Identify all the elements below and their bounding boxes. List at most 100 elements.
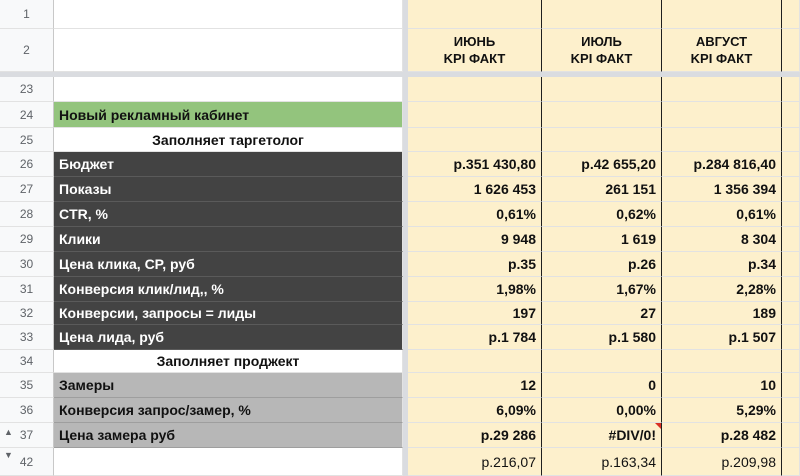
row-label-cell[interactable]: Конверсии, запросы = лиды — [54, 302, 403, 325]
value-august[interactable]: р.284 816,40 — [662, 152, 782, 177]
value-july[interactable]: р.26 — [542, 252, 662, 277]
cell-e2[interactable] — [782, 29, 800, 72]
row-label-cell[interactable]: Конверсия запрос/замер, % — [54, 398, 403, 423]
row-label-cell[interactable]: Показы — [54, 177, 403, 202]
row-header-32[interactable]: 32 — [0, 302, 54, 325]
cell-e[interactable] — [782, 252, 800, 277]
collapse-up-icon[interactable]: ▲ — [4, 427, 13, 437]
value-june[interactable]: р.351 430,80 — [408, 152, 542, 177]
value-august[interactable]: р.209,98 — [662, 448, 782, 476]
value-july[interactable] — [542, 77, 662, 102]
value-august[interactable]: 0,61% — [662, 202, 782, 227]
value-august[interactable]: 2,28% — [662, 277, 782, 302]
value-june[interactable]: р.1 784 — [408, 325, 542, 350]
value-july[interactable]: р.42 655,20 — [542, 152, 662, 177]
cell-e[interactable] — [782, 227, 800, 252]
row-label-cell[interactable] — [54, 77, 403, 102]
value-august[interactable]: р.34 — [662, 252, 782, 277]
row-label-cell[interactable]: Замеры — [54, 373, 403, 398]
row-label-cell[interactable]: Бюджет — [54, 152, 403, 177]
row-header-28[interactable]: 28 — [0, 202, 54, 227]
value-july[interactable]: 0,62% — [542, 202, 662, 227]
cell-e[interactable] — [782, 398, 800, 423]
value-june[interactable]: 0,61% — [408, 202, 542, 227]
cell-a1[interactable] — [54, 0, 403, 29]
month-header-june[interactable]: ИЮНЬ KPI ФАКТ — [408, 29, 542, 72]
value-june[interactable] — [408, 128, 542, 152]
row-header-30[interactable]: 30 — [0, 252, 54, 277]
row-header-27[interactable]: 27 — [0, 177, 54, 202]
row-header-26[interactable]: 26 — [0, 152, 54, 177]
value-july[interactable]: #DIV/0! — [542, 423, 662, 448]
value-july[interactable]: 0,00% — [542, 398, 662, 423]
value-august[interactable]: 10 — [662, 373, 782, 398]
collapse-down-icon[interactable]: ▼ — [4, 450, 13, 460]
value-june[interactable] — [408, 350, 542, 373]
value-august[interactable]: 1 356 394 — [662, 177, 782, 202]
cell-e[interactable] — [782, 102, 800, 128]
row-header-24[interactable]: 24 — [0, 102, 54, 128]
value-august[interactable]: 8 304 — [662, 227, 782, 252]
cell-e[interactable] — [782, 177, 800, 202]
cell-e[interactable] — [782, 277, 800, 302]
cell-e[interactable] — [782, 128, 800, 152]
month-header-august[interactable]: АВГУСТ KPI ФАКТ — [662, 29, 782, 72]
value-june[interactable]: 1,98% — [408, 277, 542, 302]
row-header-23[interactable]: 23 — [0, 77, 54, 102]
cell-e[interactable] — [782, 77, 800, 102]
value-july[interactable]: 1 619 — [542, 227, 662, 252]
value-july[interactable]: 27 — [542, 302, 662, 325]
row-header-31[interactable]: 31 — [0, 277, 54, 302]
value-august[interactable]: 5,29% — [662, 398, 782, 423]
cell-e[interactable] — [782, 325, 800, 350]
value-july[interactable]: р.163,34 — [542, 448, 662, 476]
value-august[interactable] — [662, 128, 782, 152]
row-header-42[interactable]: 42 ▼ — [0, 448, 54, 476]
cell-e[interactable] — [782, 350, 800, 373]
row-header-1[interactable]: 1 — [0, 0, 54, 29]
value-june[interactable]: 9 948 — [408, 227, 542, 252]
value-august[interactable]: р.28 482 — [662, 423, 782, 448]
row-header-37[interactable]: 37 ▲ — [0, 423, 54, 448]
value-june[interactable]: 12 — [408, 373, 542, 398]
value-june[interactable]: р.35 — [408, 252, 542, 277]
cell-b1[interactable] — [408, 0, 542, 29]
value-august[interactable] — [662, 350, 782, 373]
value-july[interactable]: 261 151 — [542, 177, 662, 202]
cell-a2[interactable] — [54, 29, 403, 72]
row-header-35[interactable]: 35 — [0, 373, 54, 398]
error-indicator-icon[interactable] — [655, 423, 661, 429]
row-label-cell[interactable]: Заполняет проджект — [54, 350, 403, 373]
cell-e[interactable] — [782, 423, 800, 448]
row-header-34[interactable]: 34 — [0, 350, 54, 373]
row-header-33[interactable]: 33 — [0, 325, 54, 350]
cell-e[interactable] — [782, 448, 800, 476]
value-july[interactable] — [542, 128, 662, 152]
row-label-cell[interactable]: CTR, % — [54, 202, 403, 227]
cell-d1[interactable] — [662, 0, 782, 29]
value-august[interactable] — [662, 102, 782, 128]
value-june[interactable]: р.29 286 — [408, 423, 542, 448]
cell-e[interactable] — [782, 302, 800, 325]
value-july[interactable] — [542, 350, 662, 373]
month-header-july[interactable]: ИЮЛЬ KPI ФАКТ — [542, 29, 662, 72]
row-label-cell[interactable]: Конверсия клик/лид,, % — [54, 277, 403, 302]
cell-c1[interactable] — [542, 0, 662, 29]
value-july[interactable]: 0 — [542, 373, 662, 398]
value-july[interactable]: р.1 580 — [542, 325, 662, 350]
cell-e[interactable] — [782, 152, 800, 177]
row-header-25[interactable]: 25 — [0, 128, 54, 152]
row-label-cell[interactable]: Цена клика, CP, руб — [54, 252, 403, 277]
cell-e[interactable] — [782, 373, 800, 398]
value-july[interactable]: 1,67% — [542, 277, 662, 302]
row-label-cell[interactable]: Новый рекламный кабинет — [54, 102, 403, 128]
value-august[interactable] — [662, 77, 782, 102]
row-label-cell[interactable]: Клики — [54, 227, 403, 252]
value-august[interactable]: 189 — [662, 302, 782, 325]
row-label-cell[interactable] — [54, 448, 403, 476]
value-june[interactable]: р.216,07 — [408, 448, 542, 476]
row-header-29[interactable]: 29 — [0, 227, 54, 252]
row-label-cell[interactable]: Цена лида, руб — [54, 325, 403, 350]
row-header-36[interactable]: 36 — [0, 398, 54, 423]
value-june[interactable]: 197 — [408, 302, 542, 325]
